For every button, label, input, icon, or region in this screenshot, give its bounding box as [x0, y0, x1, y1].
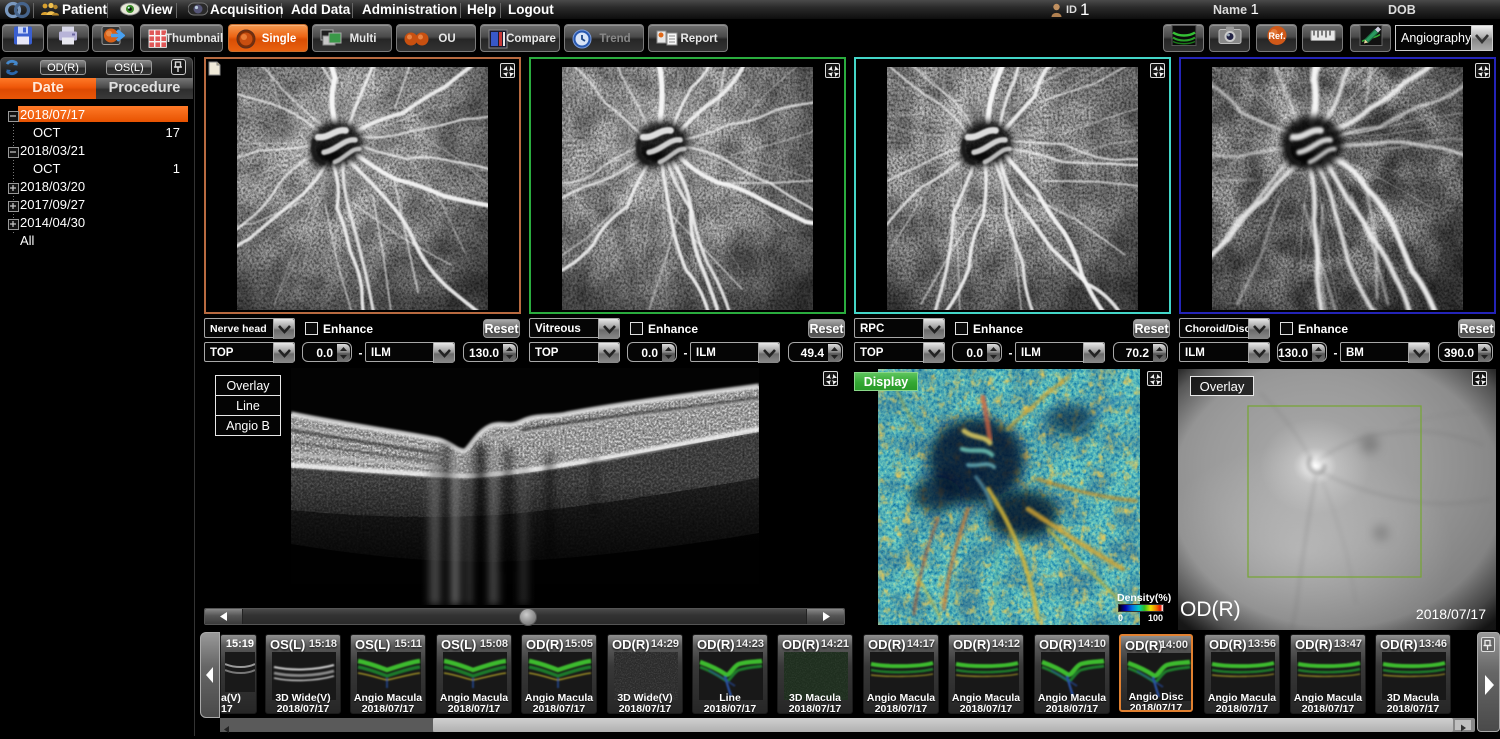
svg-text:Ref.: Ref.	[1268, 31, 1285, 41]
